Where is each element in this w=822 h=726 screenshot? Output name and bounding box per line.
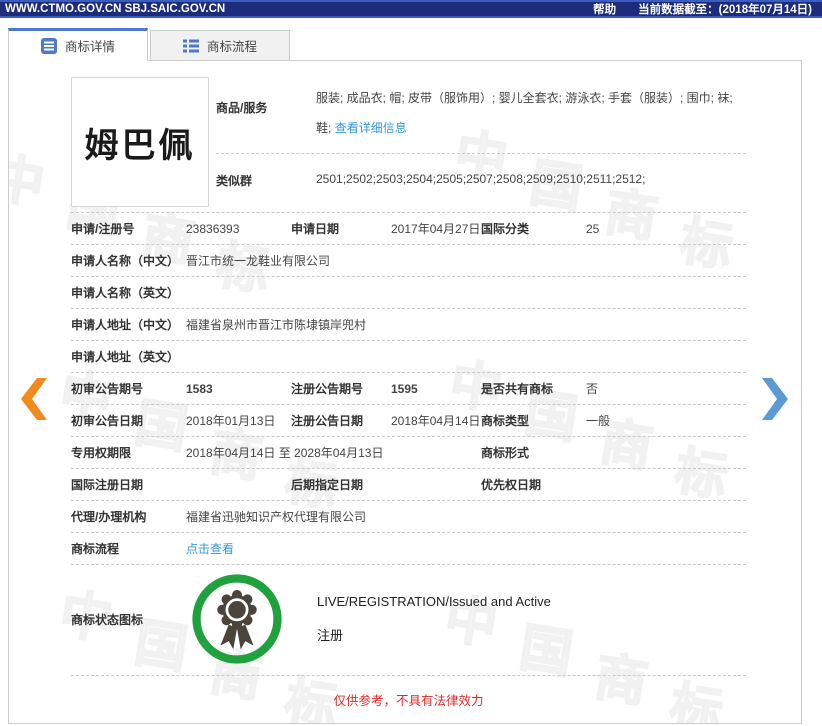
tab-flow-label: 商标流程 bbox=[206, 40, 257, 54]
field-label: 申请人名称（英文） bbox=[71, 286, 180, 300]
field-label: 国际注册日期 bbox=[71, 478, 144, 492]
table-row: 国际注册日期 后期指定日期 优先权日期 bbox=[71, 469, 746, 501]
field-value: 1595 bbox=[391, 381, 418, 396]
field-label: 商标形式 bbox=[481, 446, 530, 460]
field-label: 商品/服务 bbox=[216, 101, 268, 115]
tab-trademark-detail[interactable]: 商标详情 bbox=[8, 28, 148, 61]
detail-doc-icon bbox=[40, 37, 57, 54]
table-row: 申请人名称（中文） 晋江市统一龙鞋业有限公司 bbox=[71, 245, 746, 277]
field-label: 初审公告日期 bbox=[71, 414, 144, 428]
status-text: LIVE/REGISTRATION/Issued and Active 注册 bbox=[317, 594, 551, 644]
tab-trademark-flow[interactable]: 商标流程 bbox=[150, 30, 290, 60]
field-label: 专用权期限 bbox=[71, 446, 132, 460]
field-value: 2018年04月14日 至 2028年04月13日 bbox=[186, 446, 384, 460]
prev-record-arrow[interactable] bbox=[21, 378, 47, 423]
table-row: 代理/办理机构 福建省迅驰知识产权代理有限公司 bbox=[71, 501, 746, 533]
field-label: 类似群 bbox=[216, 174, 253, 188]
field-label: 初审公告期号 bbox=[71, 382, 144, 396]
table-row: 申请/注册号 23836393 申请日期 2017年04月27日 国际分类 25 bbox=[71, 213, 746, 245]
field-label: 注册公告期号 bbox=[291, 382, 364, 396]
field-label: 申请/注册号 bbox=[71, 222, 135, 236]
field-value: 否 bbox=[586, 382, 599, 396]
status-line-en: LIVE/REGISTRATION/Issued and Active bbox=[317, 594, 551, 609]
field-value: 25 bbox=[586, 221, 600, 236]
detail-panel: 中国商标 中国商标 中国商标 中国商标 中国商标 中国商标 姆巴佩 商品/服务 … bbox=[8, 60, 802, 724]
table-row: 申请人地址（中文） 福建省泉州市晋江市陈埭镇岸兜村 bbox=[71, 309, 746, 341]
field-label: 国际分类 bbox=[481, 222, 530, 236]
table-row: 申请人地址（英文） bbox=[71, 341, 746, 373]
trademark-detail-table: 姆巴佩 商品/服务 服装; 成品衣; 帽; 皮带（服饰用）; 婴儿全套衣; 游泳… bbox=[71, 77, 746, 719]
flow-list-icon bbox=[182, 38, 199, 54]
field-label: 申请人地址（中文） bbox=[71, 318, 180, 332]
field-value: 一般 bbox=[586, 414, 611, 428]
flow-view-link[interactable]: 点击查看 bbox=[186, 542, 234, 556]
field-value: 2017年04月27日 bbox=[391, 222, 481, 236]
field-value: 福建省泉州市晋江市陈埭镇岸兜村 bbox=[186, 318, 367, 332]
field-label: 是否共有商标 bbox=[481, 382, 554, 396]
table-row: 商标状态图标 LIVE/REGISTRATION/Issued and Acti… bbox=[71, 565, 746, 676]
table-row: 姆巴佩 商品/服务 服装; 成品衣; 帽; 皮带（服饰用）; 婴儿全套衣; 游泳… bbox=[71, 77, 746, 213]
field-label: 申请人名称（中文） bbox=[71, 254, 180, 268]
field-label: 申请人地址（英文） bbox=[71, 350, 180, 364]
field-value: 2018年04月14日 bbox=[391, 414, 481, 428]
field-value: 23836393 bbox=[186, 221, 240, 236]
field-label: 商标类型 bbox=[481, 414, 530, 428]
table-row: 初审公告日期 2018年01月13日 注册公告日期 2018年04月14日 商标… bbox=[71, 405, 746, 437]
field-label: 申请日期 bbox=[291, 222, 340, 236]
table-row: 申请人名称（英文） bbox=[71, 277, 746, 309]
field-label: 优先权日期 bbox=[481, 478, 542, 492]
status-line-cn: 注册 bbox=[317, 628, 344, 643]
field-label: 后期指定日期 bbox=[291, 478, 364, 492]
goods-detail-link[interactable]: 查看详细信息 bbox=[335, 121, 407, 135]
next-record-arrow[interactable] bbox=[762, 378, 788, 423]
field-label: 代理/办理机构 bbox=[71, 510, 147, 524]
site-urls: WWW.CTMO.GOV.CN SBJ.SAIC.GOV.CN bbox=[5, 3, 226, 15]
trademark-image: 姆巴佩 bbox=[71, 77, 209, 207]
top-bar: WWW.CTMO.GOV.CN SBJ.SAIC.GOV.CN 帮助 当前数据截… bbox=[0, 0, 822, 18]
field-value: 服装; 成品衣; 帽; 皮带（服饰用）; 婴儿全套衣; 游泳衣; 手套（服装）;… bbox=[316, 91, 733, 135]
trademark-name: 姆巴佩 bbox=[84, 126, 196, 165]
field-value: 2501;2502;2503;2504;2505;2507;2508;2509;… bbox=[316, 172, 646, 186]
tab-bar: 商标详情 商标流程 bbox=[0, 18, 822, 61]
field-label: 商标流程 bbox=[71, 542, 120, 556]
table-row: 商标流程 点击查看 bbox=[71, 533, 746, 565]
field-value: 1583 bbox=[186, 381, 213, 396]
field-value: 2018年01月13日 bbox=[186, 414, 276, 428]
help-link[interactable]: 帮助 bbox=[593, 1, 616, 17]
table-row: 初审公告期号 1583 注册公告期号 1595 是否共有商标 否 bbox=[71, 373, 746, 405]
tab-detail-label: 商标详情 bbox=[64, 40, 115, 54]
data-date: 当前数据截至：(2018年07月14日) bbox=[638, 4, 812, 16]
table-row: 专用权期限 2018年04月14日 至 2028年04月13日 商标形式 bbox=[71, 437, 746, 469]
registration-badge-icon bbox=[191, 573, 283, 665]
field-label: 商标状态图标 bbox=[71, 612, 144, 627]
field-value: 晋江市统一龙鞋业有限公司 bbox=[186, 254, 331, 268]
field-label: 注册公告日期 bbox=[291, 414, 364, 428]
field-value: 福建省迅驰知识产权代理有限公司 bbox=[186, 510, 367, 524]
disclaimer-text: 仅供参考，不具有法律效力 bbox=[333, 694, 484, 708]
